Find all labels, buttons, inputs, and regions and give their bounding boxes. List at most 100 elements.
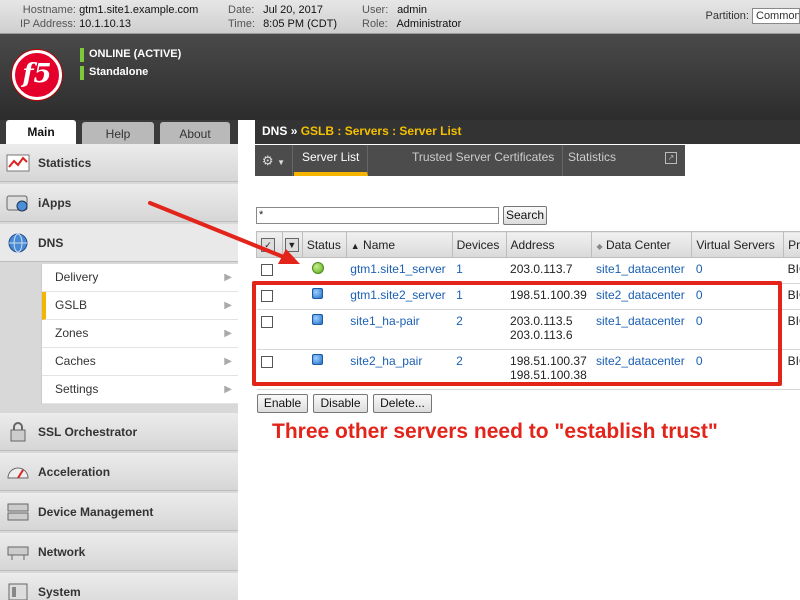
ip-label: IP Address: (19, 18, 76, 30)
nav-network[interactable]: Network (0, 533, 238, 571)
server-name-link[interactable]: gtm1.site1_server (350, 262, 445, 276)
devices-link[interactable]: 2 (456, 354, 463, 368)
search-button[interactable]: Search (503, 206, 547, 225)
virtual-servers-link[interactable]: 0 (696, 288, 703, 302)
name-cell: gtm1.site2_server (346, 283, 453, 310)
virtual-servers-link[interactable]: 0 (696, 314, 703, 328)
address-line: 198.51.100.37 (510, 354, 587, 368)
table-row: gtm1.site1_server 1 203.0.113.7 site1_da… (256, 257, 800, 284)
role-value: Administrator (396, 18, 462, 30)
col-status[interactable]: Status (301, 231, 347, 258)
datacenter-cell: site2_datacenter (591, 349, 692, 390)
row-checkbox[interactable] (260, 355, 273, 368)
col-datacenter[interactable]: ◆ Data Center (591, 231, 693, 258)
tab-server-list[interactable]: Server List (294, 145, 369, 176)
row-checkbox[interactable] (260, 263, 273, 276)
submenu-settings[interactable]: Settings ▶ (42, 376, 238, 404)
devices-cell: 1 (452, 283, 507, 310)
status-unknown-icon (312, 354, 324, 365)
status-unknown-icon (312, 314, 324, 325)
nav-ssl-orchestrator[interactable]: SSL Orchestrator (0, 413, 238, 451)
devices-link[interactable]: 1 (456, 288, 463, 302)
nav-device-management[interactable]: Device Management (0, 493, 238, 531)
virtual-servers-link[interactable]: 0 (696, 354, 703, 368)
name-cell: site1_ha-pair (346, 309, 453, 350)
devices-link[interactable]: 1 (456, 262, 463, 276)
nav-device-mgmt-label: Device Management (38, 505, 154, 519)
datacenter-link[interactable]: site1_datacenter (596, 314, 685, 328)
chevron-right-icon: ▶ (224, 300, 232, 311)
address-line: 203.0.113.7 (510, 262, 573, 276)
name-cell: site2_ha_pair (346, 349, 453, 390)
network-icon (7, 546, 29, 560)
filter-header[interactable]: ▼ (281, 231, 303, 258)
submenu-delivery[interactable]: Delivery ▶ (42, 264, 238, 292)
submenu-caches-label: Caches (55, 354, 96, 368)
nav-iapps[interactable]: iApps (0, 184, 238, 222)
submenu-zones-label: Zones (55, 326, 89, 340)
col-address[interactable]: Address (505, 231, 593, 258)
server-name-link[interactable]: site2_ha_pair (350, 354, 422, 368)
chart-icon (6, 154, 30, 172)
virtual-servers-link[interactable]: 0 (696, 262, 703, 276)
breadcrumb-path: GSLB : Servers : Server List (300, 124, 462, 138)
caret-down-icon: ▼ (277, 158, 286, 167)
table-row: gtm1.site2_server 1 198.51.100.39 site2_… (256, 283, 800, 310)
dropdown-filter-icon[interactable]: ▼ (284, 238, 299, 252)
col-virtual-servers[interactable]: Virtual Servers (691, 231, 785, 258)
datacenter-link[interactable]: site2_datacenter (596, 354, 685, 368)
nav-system[interactable]: System (0, 573, 238, 600)
gear-menu[interactable]: ⚙ ▼ (255, 145, 293, 176)
tab-trusted-server-certificates[interactable]: Trusted Server Certificates (404, 145, 564, 176)
select-all-checkbox[interactable]: ✓ (261, 238, 275, 252)
disable-button[interactable]: Disable (313, 394, 368, 413)
lock-icon (10, 422, 26, 442)
globe-icon (8, 233, 28, 253)
submenu-zones[interactable]: Zones ▶ (42, 320, 238, 348)
datacenter-link[interactable]: site2_datacenter (596, 288, 685, 302)
col-name[interactable]: ▲ Name (345, 231, 453, 258)
chevron-right-icon: ▶ (224, 356, 232, 367)
row-select[interactable] (256, 309, 283, 350)
product-cell: BIG (783, 309, 800, 350)
enable-button[interactable]: Enable (257, 394, 308, 413)
submenu-caches[interactable]: Caches ▶ (42, 348, 238, 376)
row-select[interactable] (256, 349, 283, 390)
devices-link[interactable]: 2 (456, 314, 463, 328)
breadcrumb: DNS » GSLB : Servers : Server List (255, 120, 800, 144)
row-select[interactable] (256, 257, 283, 284)
sortable-icon: ◆ (596, 241, 603, 251)
nav-dns[interactable]: DNS (0, 224, 238, 262)
row-checkbox[interactable] (260, 289, 273, 302)
select-all-header[interactable]: ✓ (256, 231, 283, 258)
submenu-gslb[interactable]: GSLB ▶ (42, 292, 238, 320)
table-row: site2_ha_pair 2 198.51.100.37 198.51.100.… (256, 349, 800, 390)
time-label: Time: (228, 18, 256, 30)
submenu-delivery-label: Delivery (55, 270, 99, 284)
server-name-link[interactable]: gtm1.site2_server (350, 288, 445, 302)
ip-value: 10.1.10.13 (79, 18, 132, 30)
server-name-link[interactable]: site1_ha-pair (350, 314, 419, 328)
nav-acceleration[interactable]: Acceleration (0, 453, 238, 491)
speedometer-icon (7, 467, 29, 479)
tab-statistics[interactable]: Statistics ↗ (560, 145, 685, 176)
datacenter-link[interactable]: site1_datacenter (596, 262, 685, 276)
row-checkbox[interactable] (260, 315, 273, 328)
nav-system-label: System (38, 585, 81, 599)
time-value: 8:05 PM (CDT) (263, 18, 338, 30)
chevron-right-icon: ▶ (224, 328, 232, 339)
delete-button[interactable]: Delete... (373, 394, 432, 413)
col-product[interactable]: Pro (783, 231, 800, 258)
table-header-row: ✓ ▼ Status ▲ Name Devices Address ◆ Data… (256, 231, 800, 258)
partition-dropdown[interactable]: Common (752, 8, 800, 24)
row-select[interactable] (256, 283, 283, 310)
col-devices[interactable]: Devices (451, 231, 507, 258)
nav-acceleration-label: Acceleration (38, 465, 111, 479)
system-icon (8, 583, 28, 600)
nav-statistics[interactable]: Statistics (0, 144, 238, 182)
datacenter-cell: site1_datacenter (591, 309, 692, 350)
standalone-status: Standalone (80, 66, 148, 80)
address-cell: 203.0.113.7 (506, 257, 592, 284)
search-input[interactable]: * (256, 207, 499, 224)
vs-cell: 0 (691, 349, 784, 390)
